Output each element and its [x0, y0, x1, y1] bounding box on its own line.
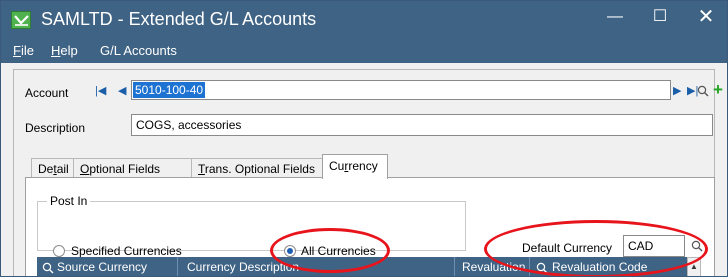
minimize-button[interactable]: — — [593, 1, 637, 35]
account-search-icon[interactable] — [697, 85, 709, 97]
add-icon[interactable]: + — [713, 81, 723, 98]
column-divider[interactable] — [454, 257, 455, 276]
all-currencies-radio[interactable] — [284, 245, 296, 257]
menu-bar: File Help G/L Accounts — [1, 39, 727, 63]
column-header-revaluation-code[interactable]: Revaluation Code — [552, 260, 647, 274]
first-record-icon[interactable]: |◀ — [95, 85, 106, 97]
post-in-legend: Post In — [47, 194, 91, 208]
radio-selected-dot — [287, 248, 293, 254]
currency-table-header: Source Currency Currency Description Rev… — [37, 257, 701, 276]
maximize-button[interactable]: ☐ — [638, 1, 682, 35]
column-header-revaluation[interactable]: Revaluation — [462, 260, 525, 274]
specified-currencies-label[interactable]: Specified Currencies — [71, 244, 182, 258]
menu-gl-accounts[interactable]: G/L Accounts — [100, 43, 177, 58]
default-currency-label: Default Currency — [522, 241, 613, 255]
column-divider[interactable] — [529, 257, 530, 276]
app-logo-icon — [11, 11, 31, 29]
revaluation-code-search-icon[interactable] — [536, 262, 548, 274]
account-value: 5010-100-40 — [133, 82, 206, 98]
description-field[interactable]: COGS, accessories — [131, 114, 713, 136]
menu-file[interactable]: File — [13, 43, 34, 58]
account-label: Account — [25, 86, 69, 100]
window-title: SAMLTD - Extended G/L Accounts — [41, 9, 317, 29]
tab-optional-fields[interactable]: Optional Fields — [73, 158, 192, 178]
column-header-currency-description[interactable]: Currency Description — [187, 260, 299, 274]
specified-currencies-radio[interactable] — [53, 245, 65, 257]
menu-help[interactable]: Help — [51, 43, 78, 58]
scroll-up-button[interactable]: ▲ — [687, 257, 701, 276]
column-header-source-currency[interactable]: Source Currency — [57, 260, 147, 274]
description-label: Description — [25, 121, 86, 135]
default-currency-search-icon[interactable] — [691, 240, 703, 252]
tab-currency[interactable]: Currency — [322, 154, 388, 179]
title-bar[interactable]: SAMLTD - Extended G/L Accounts — ☐ ✕ — [1, 1, 727, 39]
column-divider[interactable] — [177, 257, 178, 276]
source-currency-search-icon[interactable] — [42, 262, 54, 274]
default-currency-field[interactable]: CAD — [623, 235, 685, 257]
account-field[interactable]: 5010-100-40 — [131, 80, 671, 100]
tab-detail[interactable]: Detail — [31, 158, 74, 178]
next-record-icon[interactable]: ▶ — [673, 85, 681, 97]
tab-trans-optional-fields[interactable]: Trans. Optional Fields — [191, 158, 323, 178]
close-button[interactable]: ✕ — [684, 1, 727, 35]
app-window: SAMLTD - Extended G/L Accounts — ☐ ✕ Fil… — [0, 0, 728, 277]
all-currencies-label[interactable]: All Currencies — [301, 244, 376, 258]
previous-record-icon[interactable]: ◀ — [118, 85, 126, 97]
